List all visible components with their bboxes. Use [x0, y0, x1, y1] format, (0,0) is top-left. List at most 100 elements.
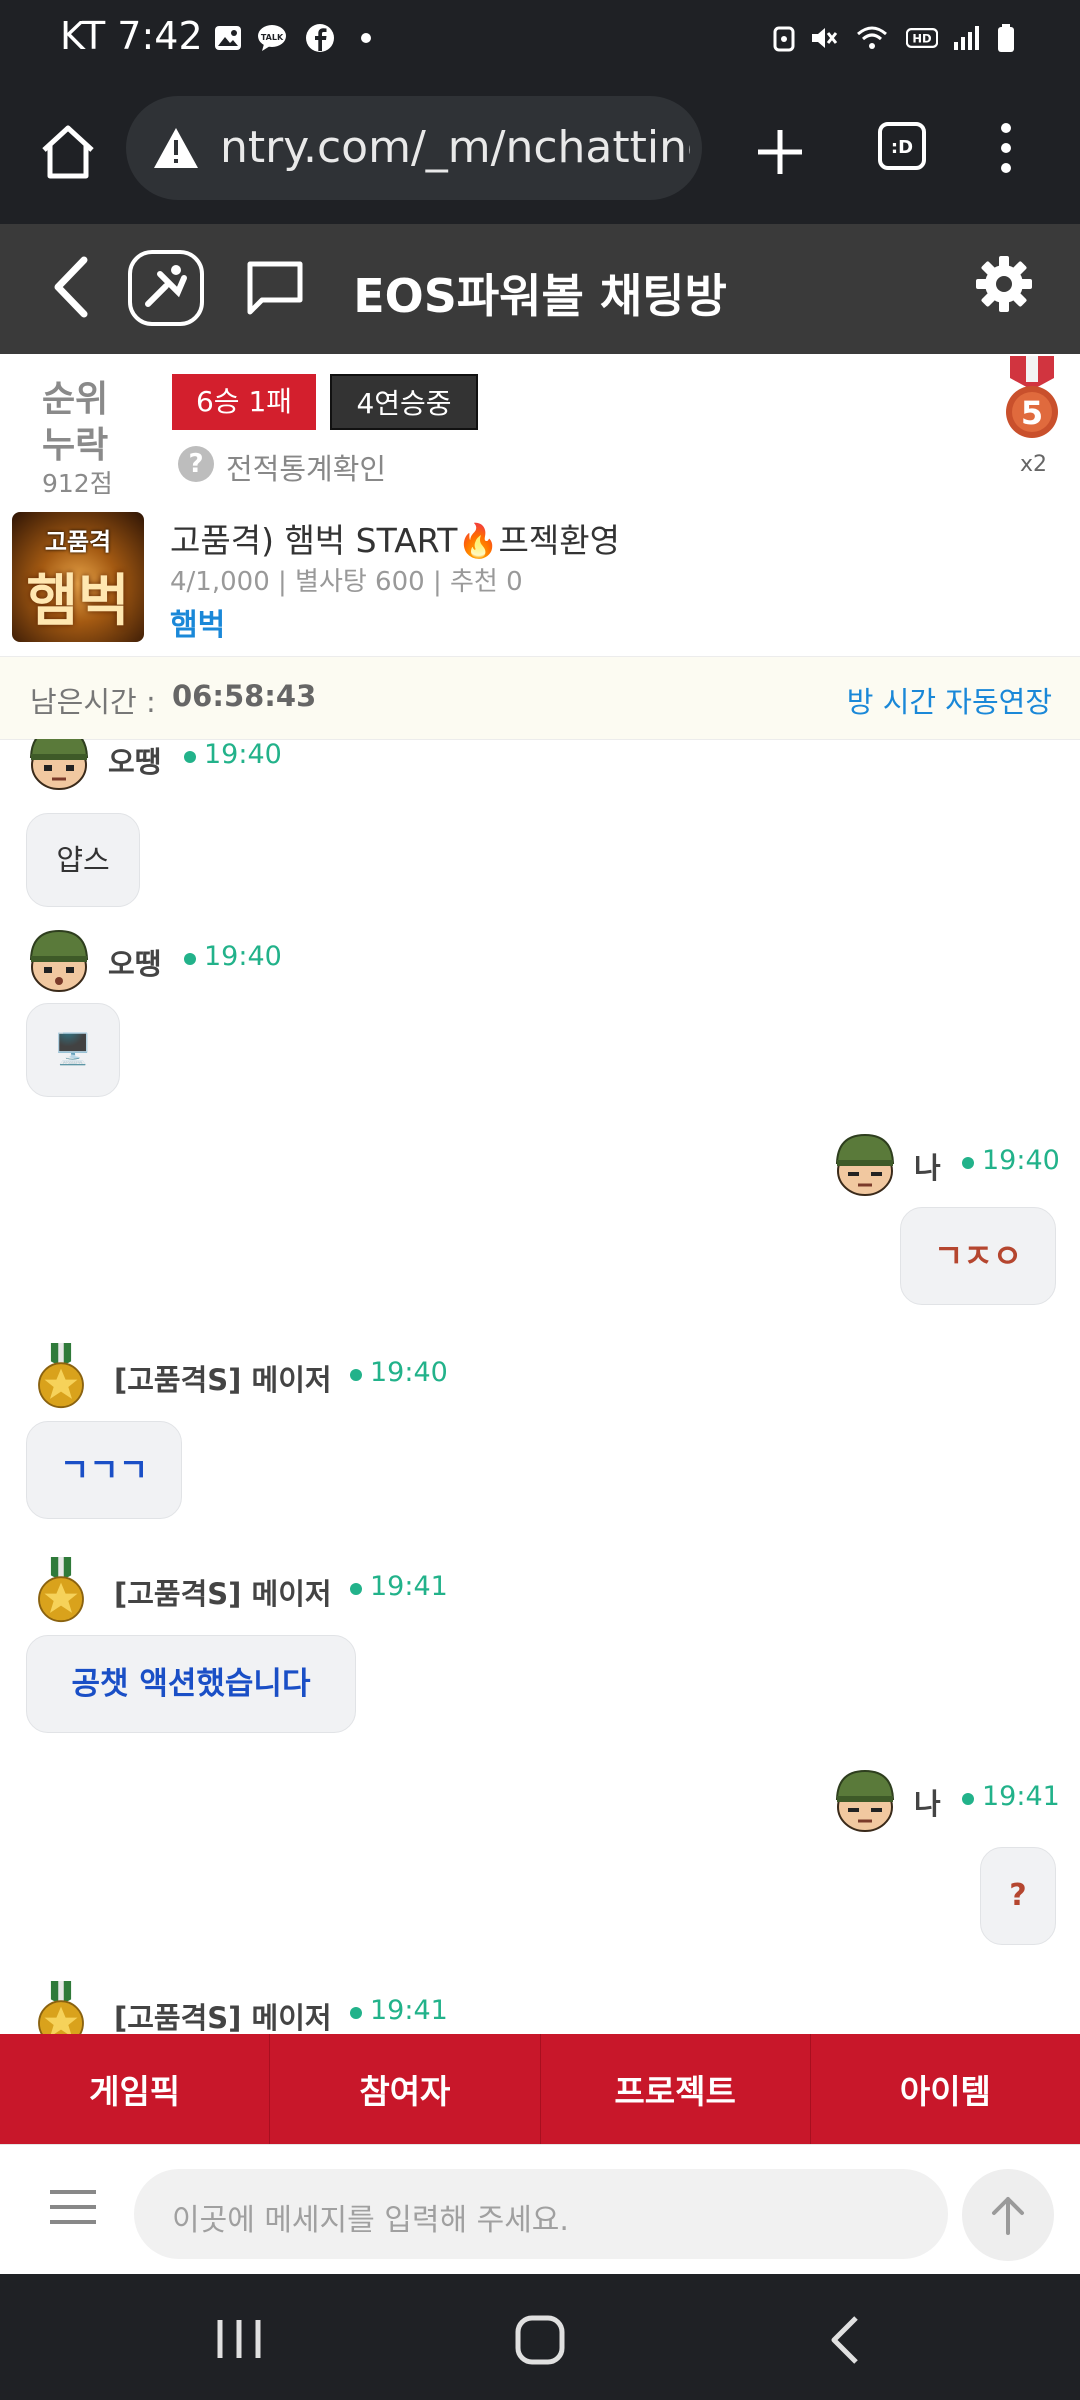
- browser-toolbar: ntry.com/_m/nchatting :D: [0, 80, 1080, 224]
- message-username: [고품격S] 메이저: [114, 1363, 332, 1397]
- message-time: 19:41: [370, 1995, 448, 2026]
- remaining-time-value: 06:58:43: [172, 679, 317, 713]
- send-button[interactable]: [962, 2169, 1054, 2261]
- more-menu-icon[interactable]: [990, 120, 1022, 176]
- message-bubble: ?: [980, 1847, 1056, 1945]
- rank-medal-icon: 5: [1006, 356, 1058, 438]
- room-thumbnail: 고품격 햄벅: [12, 512, 144, 642]
- message-username: 오땡: [108, 745, 162, 779]
- rank-value: 누락: [42, 425, 109, 466]
- battery-icon: [998, 24, 1014, 52]
- chat-message-mine: 나 19:40 ㄱㅈㅇ: [0, 1131, 1080, 1321]
- avatar-medal-icon: [38, 1981, 84, 2034]
- message-input-placeholder: 이곳에 메세지를 입력해 주세요.: [172, 2203, 569, 2238]
- menu-item[interactable]: 아이템: [811, 2034, 1080, 2144]
- auto-extend-link[interactable]: 방 시간 자동연장: [847, 679, 1052, 721]
- notification-dot-icon: [361, 33, 371, 43]
- menu-participants[interactable]: 참여자: [270, 2034, 541, 2144]
- recent-apps-icon[interactable]: [212, 2316, 266, 2362]
- kakaotalk-icon: TALK: [258, 25, 286, 51]
- online-dot: [962, 1793, 974, 1805]
- tab-switcher-icon[interactable]: :D: [876, 120, 928, 172]
- signal-icon: [954, 26, 979, 50]
- mute-icon: [812, 28, 838, 48]
- streak-badge: 4연승중: [330, 374, 478, 430]
- home-nav-icon[interactable]: [514, 2314, 566, 2366]
- url-text: ntry.com/_m/nchatting: [220, 122, 690, 173]
- avatar-soldier-icon: [835, 1769, 895, 1832]
- hd-voice-icon: HD: [906, 28, 938, 48]
- chat-message-list[interactable]: 오땡 19:40 얍스 오땡 19:40 🖥️ 나 19:40 ㄱㅈㅇ [고품격…: [0, 739, 1080, 2034]
- android-nav-bar: [0, 2274, 1080, 2400]
- alarm-icon: [773, 26, 795, 52]
- message-username: [고품격S] 메이저: [114, 2001, 332, 2034]
- arrow-up-icon: [992, 2197, 1024, 2235]
- room-name: 고품격) 햄벅 START🔥프젝환영: [170, 521, 620, 560]
- page-title: EOS파워볼 채팅방: [353, 269, 727, 323]
- points-value: 912점: [42, 469, 113, 498]
- online-dot: [350, 2007, 362, 2019]
- message-time: 19:40: [370, 1357, 448, 1388]
- chat-message: [고품격S] 메이저 19:41 공챗 액션했습니다: [0, 1557, 1080, 1749]
- message-username: 오땡: [108, 947, 162, 981]
- message-username: 나: [914, 1151, 941, 1185]
- room-meta: 4/1,000 | 별사탕 600 | 추천 0: [170, 567, 523, 597]
- room-host-link[interactable]: 햄벅: [170, 600, 225, 644]
- chat-message: 오땡 19:40 🖥️: [0, 927, 1080, 1117]
- online-dot: [350, 1583, 362, 1595]
- app-header: EOS파워볼 채팅방: [0, 224, 1080, 354]
- medal-count: x2: [1020, 452, 1048, 477]
- record-badge: 6승 1패: [172, 374, 316, 430]
- settings-gear-icon[interactable]: [974, 254, 1034, 314]
- chat-message-mine: 나 19:41 ?: [0, 1767, 1080, 1967]
- hamburger-menu-icon[interactable]: [48, 2187, 98, 2227]
- avatar-medal-icon: [38, 1343, 84, 1409]
- svg-text:TALK: TALK: [261, 33, 284, 42]
- avatar-medal-icon: [38, 1557, 84, 1623]
- message-time: 19:41: [370, 1571, 448, 1602]
- message-username: 나: [914, 1787, 941, 1821]
- message-time: 19:40: [982, 1145, 1060, 1176]
- online-dot: [962, 1157, 974, 1169]
- wifi-icon: [857, 26, 887, 49]
- message-bubble: ㄱㄱㄱ: [26, 1421, 182, 1519]
- remaining-time-label: 남은시간 :: [30, 685, 156, 719]
- avatar-soldier-icon: [29, 929, 89, 992]
- home-icon[interactable]: [36, 120, 100, 184]
- message-bubble: 공챗 액션했습니다: [26, 1635, 356, 1733]
- warning-icon: [154, 128, 198, 168]
- menu-project[interactable]: 프로젝트: [541, 2034, 811, 2144]
- chat-message: 오땡 19:40 얍스: [0, 739, 1080, 925]
- message-bubble: ㄱㅈㅇ: [900, 1207, 1056, 1305]
- svg-text:HD: HD: [912, 31, 931, 45]
- new-tab-icon[interactable]: [752, 124, 808, 180]
- message-input[interactable]: 이곳에 메세지를 입력해 주세요.: [134, 2169, 948, 2259]
- bottom-menu: 게임픽 참여자 프로젝트 아이템: [0, 2034, 1080, 2144]
- message-time: 19:40: [204, 739, 282, 770]
- rank-label: 순위: [42, 379, 109, 420]
- message-bubble: 🖥️: [26, 1003, 120, 1097]
- online-dot: [184, 953, 196, 965]
- remaining-time-bar: 남은시간 : 06:58:43 방 시간 자동연장: [0, 656, 1080, 740]
- message-time: 19:40: [204, 941, 282, 972]
- online-dot: [184, 751, 196, 763]
- back-nav-icon[interactable]: [826, 2314, 862, 2366]
- menu-game-pick[interactable]: 게임픽: [0, 2034, 271, 2144]
- chat-message: [고품격S] 메이저 19:40 ㄱㄱㄱ: [0, 1343, 1080, 1535]
- facebook-icon: [306, 24, 334, 52]
- message-bubble: 얍스: [26, 813, 140, 907]
- avatar-soldier-icon: [29, 739, 89, 790]
- online-dot: [350, 1369, 362, 1381]
- message-input-bar: 이곳에 메세지를 입력해 주세요.: [0, 2144, 1080, 2275]
- chat-message: [고품격S] 메이저 19:41: [0, 1981, 1080, 2034]
- gallery-icon: [215, 26, 241, 50]
- message-time: 19:41: [982, 1781, 1060, 1812]
- status-time: KT 7:42: [60, 14, 203, 58]
- url-bar[interactable]: ntry.com/_m/nchatting: [126, 96, 702, 200]
- svg-text:5: 5: [1021, 394, 1043, 432]
- question-icon[interactable]: ?: [178, 446, 214, 482]
- svg-text::D: :D: [891, 137, 913, 158]
- stats-link[interactable]: 전적통계확인: [226, 446, 386, 488]
- message-username: [고품격S] 메이저: [114, 1577, 332, 1611]
- avatar-soldier-icon: [835, 1133, 895, 1196]
